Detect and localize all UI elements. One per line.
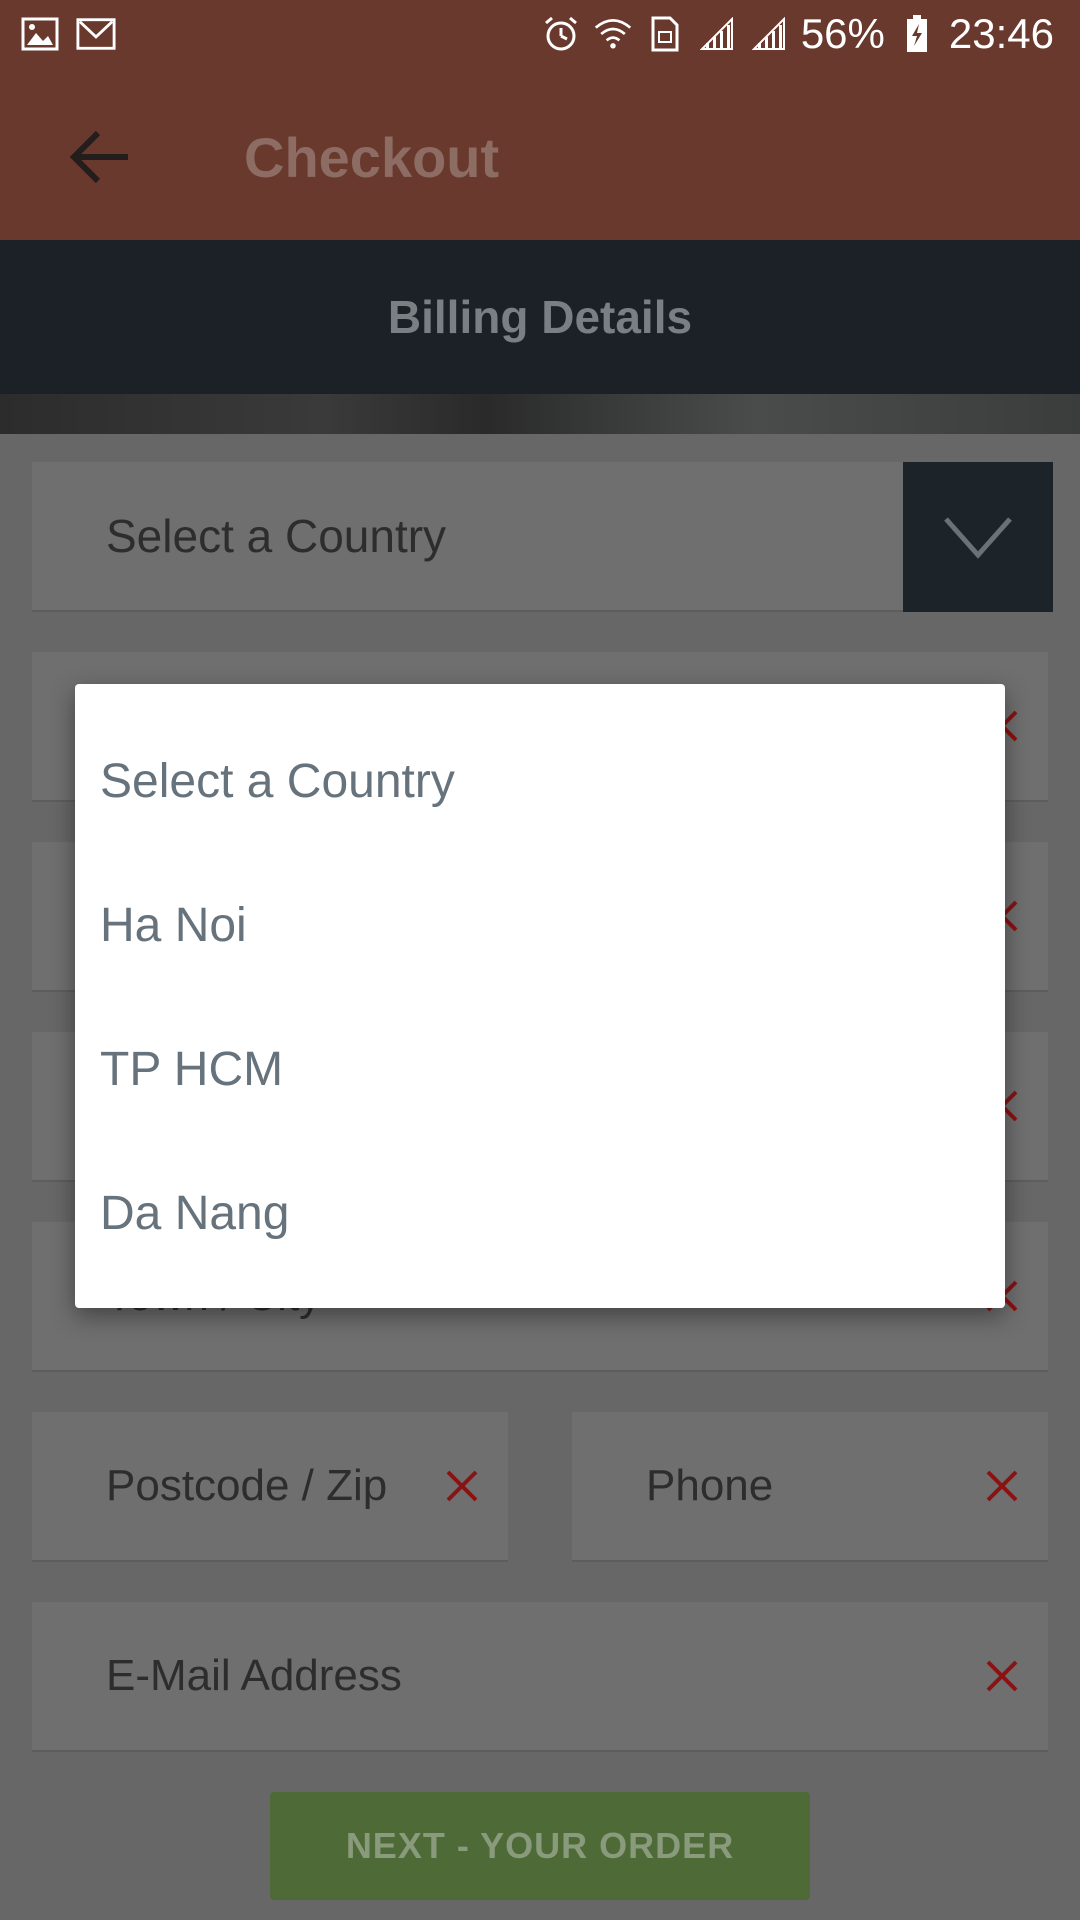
phone-placeholder: Phone (646, 1461, 774, 1510)
chevron-down-icon (944, 517, 1012, 559)
dropdown-option-select-a-country[interactable]: Select a Country (100, 754, 455, 809)
signal-icon-2 (749, 14, 789, 54)
country-select[interactable]: Select a Country (32, 462, 1053, 612)
clock: 23:46 (948, 10, 1054, 57)
sim-icon (645, 14, 685, 54)
clear-icon[interactable] (444, 1468, 480, 1504)
gallery-icon (20, 14, 60, 54)
system-icons: 56% 23:46 (541, 10, 1054, 58)
arrow-left-icon (69, 130, 128, 184)
alarm-icon (541, 14, 581, 54)
phone-field[interactable]: Phone (572, 1412, 1048, 1562)
back-button[interactable] (60, 117, 140, 197)
header-image (0, 394, 1080, 434)
clear-icon[interactable] (984, 1658, 1020, 1694)
email-placeholder: E-Mail Address (106, 1651, 402, 1700)
battery-charging-icon (897, 14, 937, 54)
country-dropdown-dialog: Select a Country Ha Noi TP HCM Da Nang (75, 684, 1005, 1308)
clear-icon[interactable] (984, 1468, 1020, 1504)
postcode-placeholder: Postcode / Zip (106, 1461, 388, 1510)
next-button-label: NEXT - YOUR ORDER (345, 1825, 735, 1866)
page-title: Checkout (244, 126, 500, 189)
country-select-value: Select a Country (106, 510, 447, 562)
next-your-order-button[interactable]: NEXT - YOUR ORDER (270, 1792, 810, 1900)
signal-icon-1 (697, 14, 737, 54)
section-title: Billing Details (387, 291, 693, 343)
app-bar: Checkout (0, 75, 1080, 240)
postcode-field[interactable]: Postcode / Zip (32, 1412, 508, 1562)
notification-icons (20, 14, 116, 54)
gmail-icon (76, 14, 116, 54)
wifi-icon (593, 14, 633, 54)
section-header: Billing Details (0, 240, 1080, 394)
dropdown-option-ha-noi[interactable]: Ha Noi (100, 898, 247, 953)
status-bar: 56% 23:46 (0, 0, 1080, 75)
dropdown-button[interactable] (903, 462, 1053, 612)
dropdown-option-da-nang[interactable]: Da Nang (100, 1186, 289, 1241)
dropdown-option-tp-hcm[interactable]: TP HCM (100, 1042, 283, 1097)
email-field[interactable]: E-Mail Address (32, 1602, 1048, 1752)
battery-percent: 56% (800, 10, 885, 57)
